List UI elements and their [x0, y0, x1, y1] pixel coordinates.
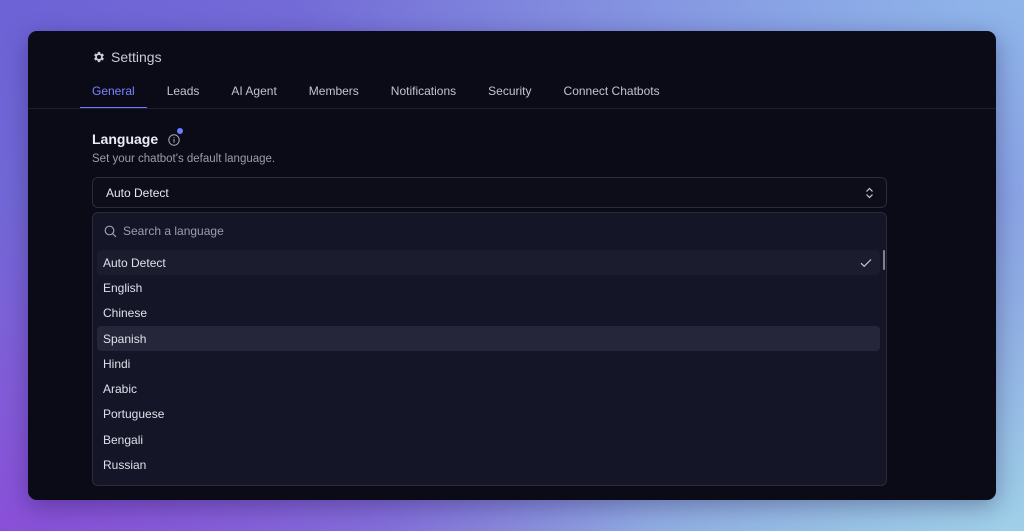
tab-general[interactable]: General — [80, 80, 147, 109]
info-icon[interactable] — [168, 128, 184, 146]
tab-security[interactable]: Security — [476, 80, 543, 108]
chevron-up-down-icon — [866, 187, 873, 198]
language-option-spanish[interactable]: Spanish — [97, 325, 880, 352]
option-label: Bengali — [103, 432, 144, 447]
language-option-russian[interactable]: Russian — [97, 452, 880, 477]
settings-window: Settings General Leads AI Agent Members … — [28, 31, 996, 500]
option-label: English — [103, 280, 143, 295]
language-option-arabic[interactable]: Arabic — [97, 376, 880, 401]
language-search-input[interactable] — [123, 224, 723, 238]
language-option-bengali[interactable]: Bengali — [97, 427, 880, 452]
language-option-auto-detect[interactable]: Auto Detect — [97, 250, 880, 276]
settings-tabs: General Leads AI Agent Members Notificat… — [80, 80, 680, 109]
option-label: Russian — [103, 458, 147, 473]
language-dropdown: Auto Detect English Chinese Spanish Hind… — [92, 212, 887, 486]
language-select[interactable]: Auto Detect — [92, 177, 887, 208]
check-icon — [860, 258, 872, 267]
option-label: Portuguese — [103, 407, 165, 422]
language-search — [93, 213, 886, 249]
language-select-value: Auto Detect — [106, 185, 169, 200]
tab-connect-chatbots[interactable]: Connect Chatbots — [552, 80, 672, 108]
search-icon — [104, 225, 117, 237]
option-label: Auto Detect — [103, 255, 166, 270]
language-title: Language — [92, 131, 159, 147]
tab-ai-agent[interactable]: AI Agent — [219, 80, 288, 108]
tab-divider — [28, 108, 996, 109]
page-title-text: Settings — [111, 49, 162, 65]
option-label: Arabic — [103, 382, 138, 397]
language-options: Auto Detect English Chinese Spanish Hind… — [97, 250, 880, 478]
gear-icon — [94, 51, 104, 63]
language-description: Set your chatbot's default language. — [92, 153, 276, 165]
option-label: Spanish — [103, 331, 147, 346]
language-option-english[interactable]: English — [97, 275, 880, 300]
language-option-hindi[interactable]: Hindi — [97, 351, 880, 376]
tab-notifications[interactable]: Notifications — [379, 80, 468, 108]
page-title: Settings — [92, 49, 162, 65]
language-option-portuguese[interactable]: Portuguese — [97, 402, 880, 427]
scrollbar-thumb[interactable] — [883, 250, 885, 270]
notification-dot — [177, 128, 184, 134]
tab-members[interactable]: Members — [297, 80, 371, 108]
language-section-title: Language — [92, 128, 184, 147]
option-label: Hindi — [103, 356, 131, 371]
option-label: Chinese — [103, 306, 148, 321]
tab-leads[interactable]: Leads — [155, 80, 212, 108]
language-option-chinese[interactable]: Chinese — [97, 301, 880, 326]
